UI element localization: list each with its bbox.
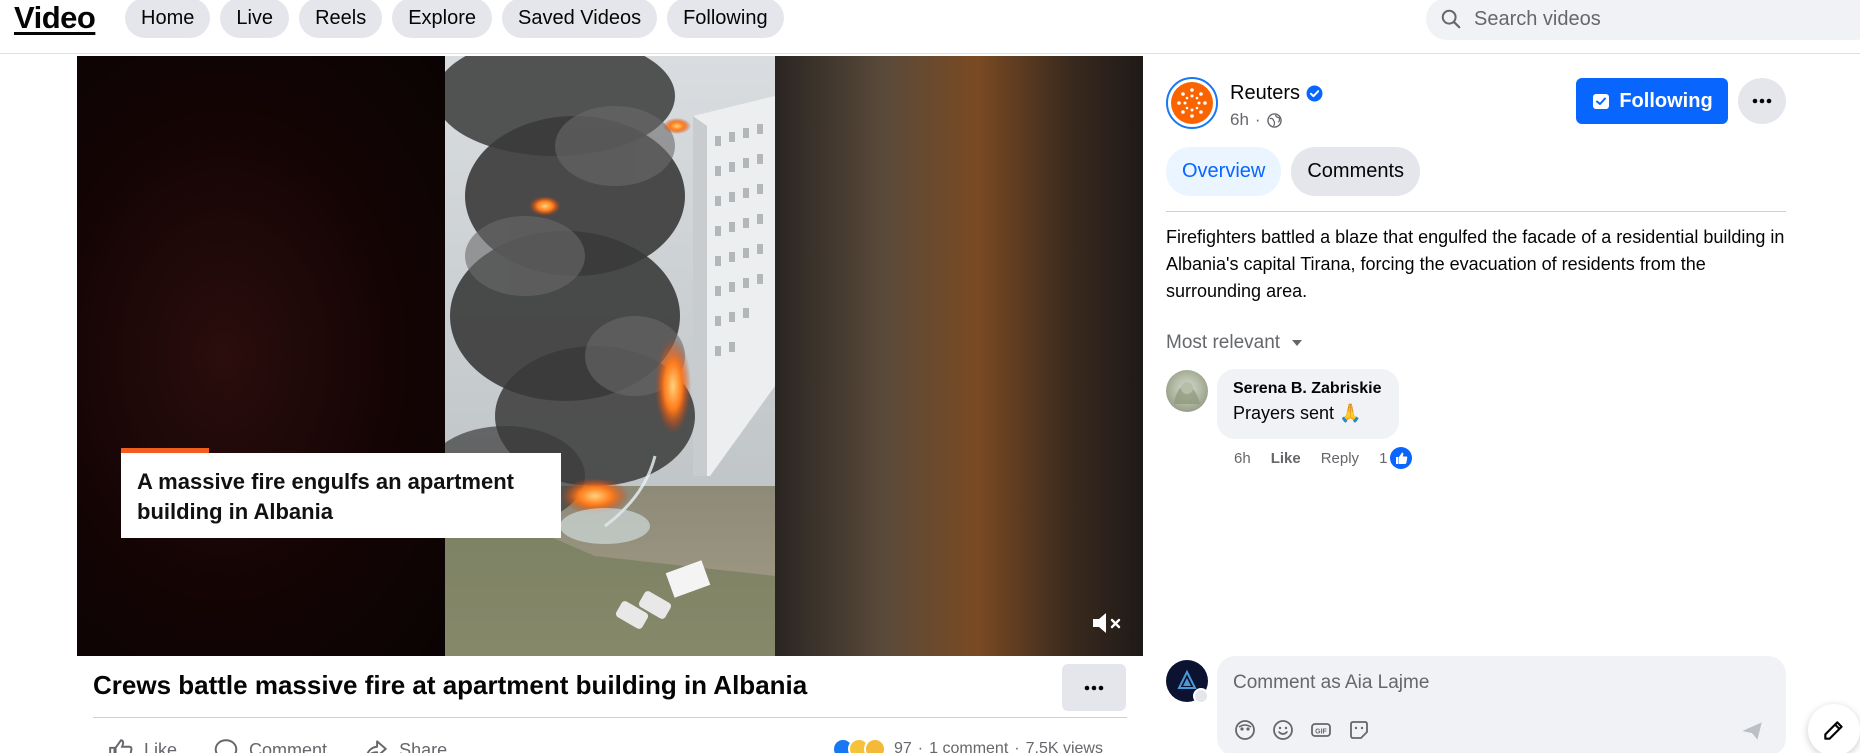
post-more-button[interactable]	[1062, 664, 1126, 711]
page-name-text[interactable]: Reuters	[1230, 82, 1300, 105]
like-button[interactable]: Like	[108, 737, 177, 753]
svg-text:GIF: GIF	[1315, 729, 1327, 736]
video-player[interactable]: A massive fire engulfs an apartment buil…	[77, 56, 1143, 656]
comment-meta: 6h Like Reply 1	[1234, 446, 1413, 470]
stats-separator: ·	[917, 740, 924, 753]
post-time[interactable]: 6h	[1230, 110, 1249, 130]
nav-explore[interactable]: Explore	[392, 0, 493, 38]
comment-like-count[interactable]: 1	[1379, 446, 1413, 470]
gif-icon[interactable]: GIF	[1309, 718, 1333, 742]
compose-icon	[1824, 721, 1843, 740]
comment-like-count-value: 1	[1379, 449, 1388, 467]
panel-tabs: Overview Comments	[1166, 147, 1421, 196]
sticker-icon[interactable]	[1347, 718, 1371, 742]
following-check-icon	[1593, 94, 1610, 109]
avatar-switch-icon[interactable]	[1193, 688, 1209, 704]
nav-home[interactable]: Home	[125, 0, 211, 38]
title-divider	[93, 717, 1127, 718]
comment-time[interactable]: 6h	[1234, 450, 1251, 467]
nav-live[interactable]: Live	[220, 0, 290, 38]
sad-reaction-icon	[864, 738, 886, 753]
comment-reply-button[interactable]: Reply	[1321, 450, 1359, 467]
comment-input[interactable]	[1233, 672, 1733, 694]
reaction-count[interactable]: 97	[894, 740, 912, 753]
reaction-icons[interactable]	[832, 738, 886, 753]
video-logo[interactable]: Video	[14, 0, 96, 36]
send-icon[interactable]	[1739, 718, 1765, 744]
search-icon	[1441, 9, 1461, 29]
post-actions: Like Comment Share	[108, 737, 447, 753]
video-blur-left	[77, 56, 445, 656]
stats-separator: ·	[1014, 740, 1020, 753]
comment-sort[interactable]: Most relevant	[1166, 332, 1304, 354]
share-label: Share	[399, 739, 448, 753]
view-count: 7.5K views	[1025, 740, 1103, 753]
reuters-avatar[interactable]	[1166, 77, 1218, 129]
search-box[interactable]	[1426, 0, 1860, 40]
tabs-divider	[1166, 211, 1786, 212]
composer-tools: GIF	[1233, 718, 1371, 742]
top-bar: Video Home Live Reels Explore Saved Vide…	[0, 0, 1860, 54]
comment-icon	[214, 739, 238, 753]
following-label: Following	[1619, 89, 1713, 112]
nav-reels[interactable]: Reels	[299, 0, 383, 38]
thumbs-up-icon	[109, 739, 133, 753]
new-message-button[interactable]	[1808, 704, 1860, 753]
emoji-icon[interactable]	[1271, 718, 1295, 742]
comment-author[interactable]: Serena B. Zabriskie	[1233, 379, 1383, 399]
post-meta: 6h ·	[1230, 110, 1282, 130]
video-frame	[445, 56, 775, 656]
video-nav: Home Live Reels Explore Saved Videos Fol…	[125, 0, 784, 38]
caret-down-icon	[1292, 340, 1303, 346]
following-button[interactable]: Following	[1576, 78, 1728, 124]
share-button[interactable]: Share	[363, 737, 447, 753]
share-icon	[366, 740, 387, 753]
commenter-avatar[interactable]	[1166, 370, 1208, 412]
video-blur-right	[775, 56, 1143, 656]
comment-label: Comment	[249, 739, 328, 753]
more-dots-icon	[1752, 98, 1772, 104]
comment-count[interactable]: 1 comment	[929, 740, 1008, 753]
verified-badge-icon	[1306, 85, 1323, 102]
comment-bubble: Serena B. Zabriskie Prayers sent 🙏	[1217, 369, 1399, 439]
more-dots-icon	[1084, 685, 1104, 690]
comment-text: Prayers sent 🙏	[1233, 403, 1362, 423]
comment-like-button[interactable]: Like	[1271, 450, 1301, 467]
reuters-logo-icon	[1171, 82, 1213, 124]
fire-scene-image	[445, 56, 775, 656]
nav-following[interactable]: Following	[667, 0, 784, 38]
like-label: Like	[144, 739, 178, 753]
post-title: Crews battle massive fire at apartment b…	[93, 670, 808, 700]
page-more-button[interactable]	[1738, 78, 1786, 124]
comment-button[interactable]: Comment	[213, 737, 327, 753]
globe-icon	[1266, 112, 1282, 128]
commenter-avatar-image	[1174, 382, 1200, 404]
tab-overview[interactable]: Overview	[1166, 147, 1282, 196]
comment-composer[interactable]: GIF	[1217, 656, 1786, 753]
post-description: Firefighters battled a blaze that engulf…	[1166, 227, 1785, 301]
video-caption-text: A massive fire engulfs an apartment buil…	[137, 469, 514, 524]
search-input[interactable]	[1474, 7, 1834, 31]
mute-icon[interactable]	[1091, 609, 1125, 637]
tab-comments[interactable]: Comments	[1291, 147, 1421, 196]
avatar-sticker-icon[interactable]	[1233, 718, 1257, 742]
sort-label: Most relevant	[1166, 332, 1281, 353]
page-name[interactable]: Reuters	[1230, 82, 1323, 105]
nav-saved-videos[interactable]: Saved Videos	[502, 0, 658, 38]
post-stats: 97 · 1 comment · 7.5K views	[832, 738, 1103, 753]
like-reaction-icon	[1390, 447, 1413, 469]
video-caption-box: A massive fire engulfs an apartment buil…	[121, 453, 561, 538]
